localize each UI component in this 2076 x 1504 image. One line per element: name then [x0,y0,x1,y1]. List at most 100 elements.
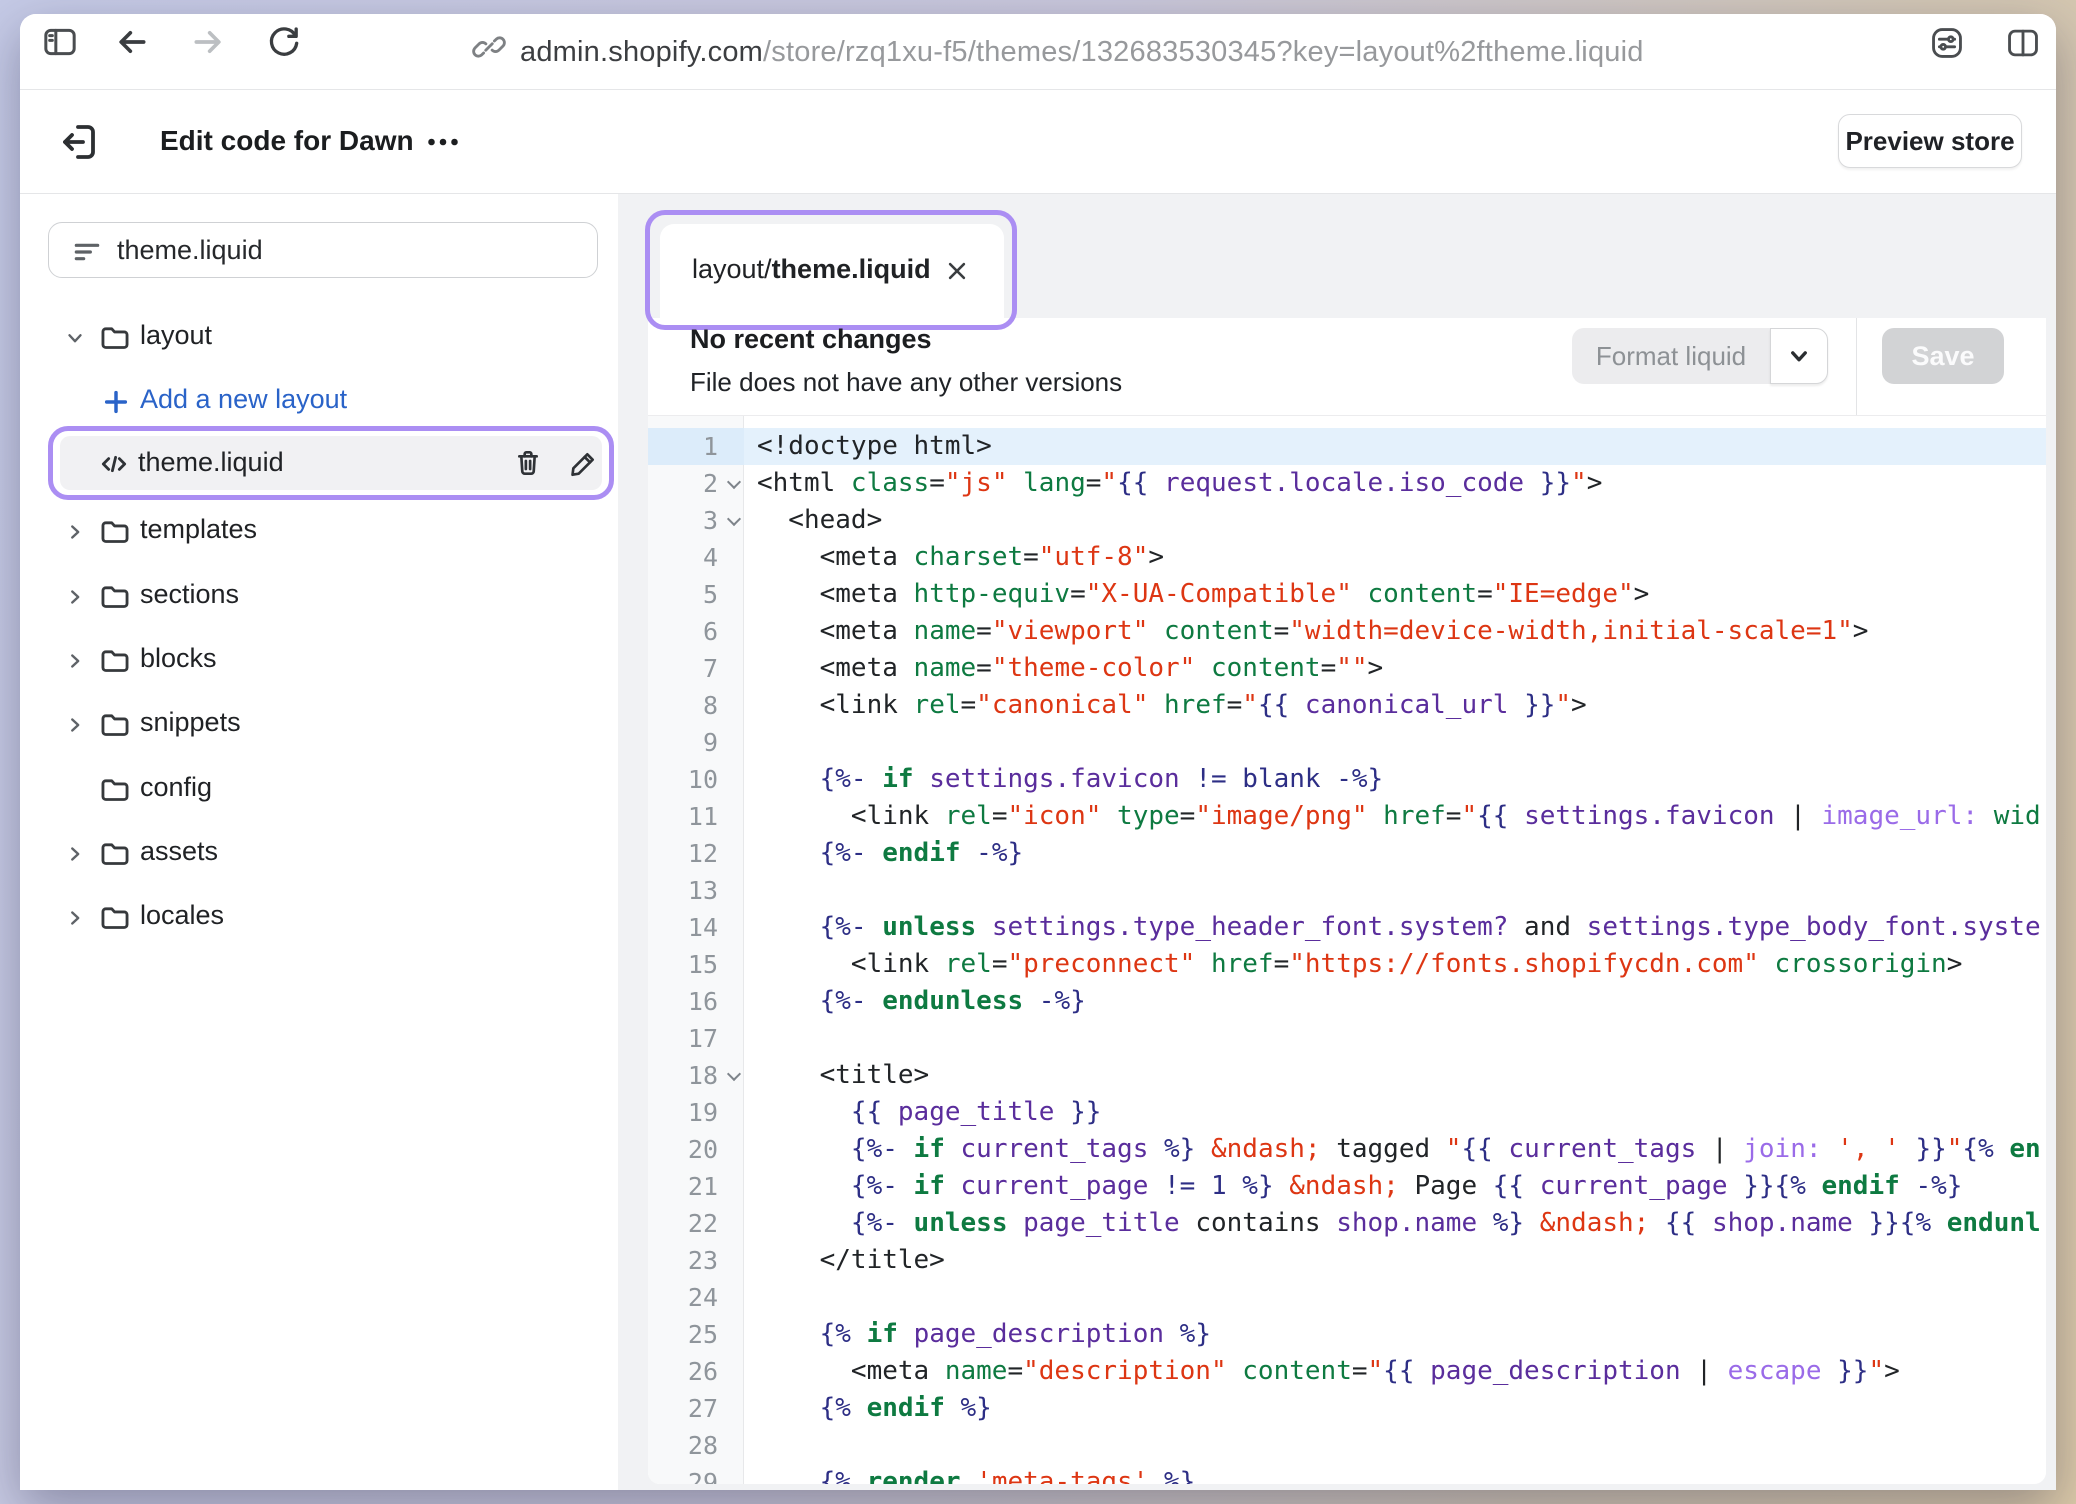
code-line[interactable]: 10 {%- if settings.favicon != blank -%} [648,761,2046,798]
chevron-down-icon [1784,341,1814,371]
line-number: 21 [648,1168,744,1205]
line-number: 11 [648,798,744,835]
sidebar-item-label: snippets [140,707,241,738]
chevron-right-icon [64,586,86,613]
plus-icon [100,386,132,423]
more-options-icon[interactable] [420,125,466,159]
code-line[interactable]: 5 <meta http-equiv="X-UA-Compatible" con… [648,576,2046,613]
chevron-right-icon [64,714,86,741]
back-icon[interactable] [112,22,152,62]
code-line[interactable]: 2<html class="js" lang="{{ request.local… [648,465,2046,502]
format-liquid-button[interactable]: Format liquid [1572,328,1770,384]
chevron-right-icon [64,650,86,677]
url-host: admin.shopify.com [520,36,763,68]
tab-label: layout/theme.liquid [692,254,931,285]
code-line[interactable]: 3 <head> [648,502,2046,539]
sidebar-item-locales[interactable]: locales [20,892,618,940]
fold-toggle-icon[interactable] [727,1068,741,1082]
code-line[interactable]: 17 [648,1020,2046,1057]
chevron-right-icon [64,521,86,548]
sidebar-item-layout[interactable]: layout [20,312,618,360]
code-line[interactable]: 28 [648,1427,2046,1464]
file-search-input[interactable]: theme.liquid [48,222,598,278]
sidebar-item-label: locales [140,900,224,931]
chevron-right-icon [64,907,86,934]
code-line[interactable]: 19 {{ page_title }} [648,1094,2046,1131]
sidebar-item-config[interactable]: config [20,764,618,812]
code-line[interactable]: 11 <link rel="icon" type="image/png" hre… [648,798,2046,835]
code-line[interactable]: 18 <title> [648,1057,2046,1094]
code-line[interactable]: 25 {% if page_description %} [648,1316,2046,1353]
code-line[interactable]: 29 {% render 'meta-tags' %} [648,1464,2046,1484]
page-settings-icon[interactable] [1928,24,1966,62]
folder-icon [98,321,132,360]
code-line[interactable]: 23 </title> [648,1242,2046,1279]
code-editor[interactable]: 1<!doctype html>2<html class="js" lang="… [648,415,2046,1484]
fold-toggle-icon[interactable] [727,476,741,490]
code-line[interactable]: 12 {%- endif -%} [648,835,2046,872]
code-line[interactable]: 7 <meta name="theme-color" content=""> [648,650,2046,687]
line-number: 3 [648,502,744,539]
sidebar-item-assets[interactable]: assets [20,828,618,876]
code-line[interactable]: 13 [648,872,2046,909]
line-number: 14 [648,909,744,946]
folder-icon [98,901,132,940]
code-line[interactable]: 1<!doctype html> [648,428,2046,465]
line-number: 2 [648,465,744,502]
save-button[interactable]: Save [1882,328,2004,384]
line-number: 25 [648,1316,744,1353]
format-liquid-dropdown[interactable] [1770,328,1828,384]
folder-icon [98,515,132,554]
line-number: 13 [648,872,744,909]
add-new-layout-label: Add a new layout [140,384,347,415]
app-header: Edit code for Dawn Preview store [20,90,2056,194]
line-number: 17 [648,1020,744,1057]
close-tab-icon[interactable] [942,256,972,291]
exit-icon[interactable] [56,118,104,166]
reload-icon[interactable] [264,22,304,62]
sidebar-item-label: assets [140,836,218,867]
split-view-icon[interactable] [2004,24,2042,62]
forward-icon[interactable] [188,22,228,62]
sidebar-item-label: templates [140,514,257,545]
sidebar-item-templates[interactable]: templates [20,506,618,554]
code-line[interactable]: 20 {%- if current_tags %} &ndash; tagged… [648,1131,2046,1168]
line-number: 4 [648,539,744,576]
code-line[interactable]: 14 {%- unless settings.type_header_font.… [648,909,2046,946]
file-sidebar: theme.liquid layout Add a new layout the… [20,194,618,1490]
code-line[interactable]: 21 {%- if current_page != 1 %} &ndash; P… [648,1168,2046,1205]
code-line[interactable]: 4 <meta charset="utf-8"> [648,539,2046,576]
sidebar-item-snippets[interactable]: snippets [20,699,618,747]
address-bar[interactable]: admin.shopify.com/store/rzq1xu-f5/themes… [520,36,1644,69]
folder-icon [98,580,132,619]
code-line[interactable]: 24 [648,1279,2046,1316]
search-value: theme.liquid [117,235,263,266]
code-line[interactable]: 6 <meta name="viewport" content="width=d… [648,613,2046,650]
code-line[interactable]: 27 {% endif %} [648,1390,2046,1427]
selected-file-highlight-ring [48,426,614,500]
preview-store-button[interactable]: Preview store [1838,114,2022,168]
line-number: 23 [648,1242,744,1279]
folder-icon [98,644,132,683]
browser-toolbar: admin.shopify.com/store/rzq1xu-f5/themes… [20,14,2056,90]
code-line[interactable]: 15 <link rel="preconnect" href="https://… [648,946,2046,983]
code-line[interactable]: 16 {%- endunless -%} [648,983,2046,1020]
code-line[interactable]: 8 <link rel="canonical" href="{{ canonic… [648,687,2046,724]
tab-label-file: theme.liquid [772,254,931,284]
code-line[interactable]: 9 [648,724,2046,761]
sidebar-toggle-icon[interactable] [40,22,80,62]
sidebar-item-label: layout [140,320,212,351]
line-number: 16 [648,983,744,1020]
sidebar-item-label: sections [140,579,239,610]
fold-toggle-icon[interactable] [727,513,741,527]
folder-icon [98,837,132,876]
folder-icon [98,708,132,747]
code-line[interactable]: 22 {%- unless page_title contains shop.n… [648,1205,2046,1242]
tab-layout-theme-liquid[interactable]: layout/theme.liquid [660,224,1004,320]
link-icon [472,30,506,64]
code-line[interactable]: 26 <meta name="description" content="{{ … [648,1353,2046,1390]
sidebar-item-sections[interactable]: sections [20,571,618,619]
line-number: 18 [648,1057,744,1094]
add-new-layout-link[interactable]: Add a new layout [20,376,618,424]
sidebar-item-blocks[interactable]: blocks [20,635,618,683]
